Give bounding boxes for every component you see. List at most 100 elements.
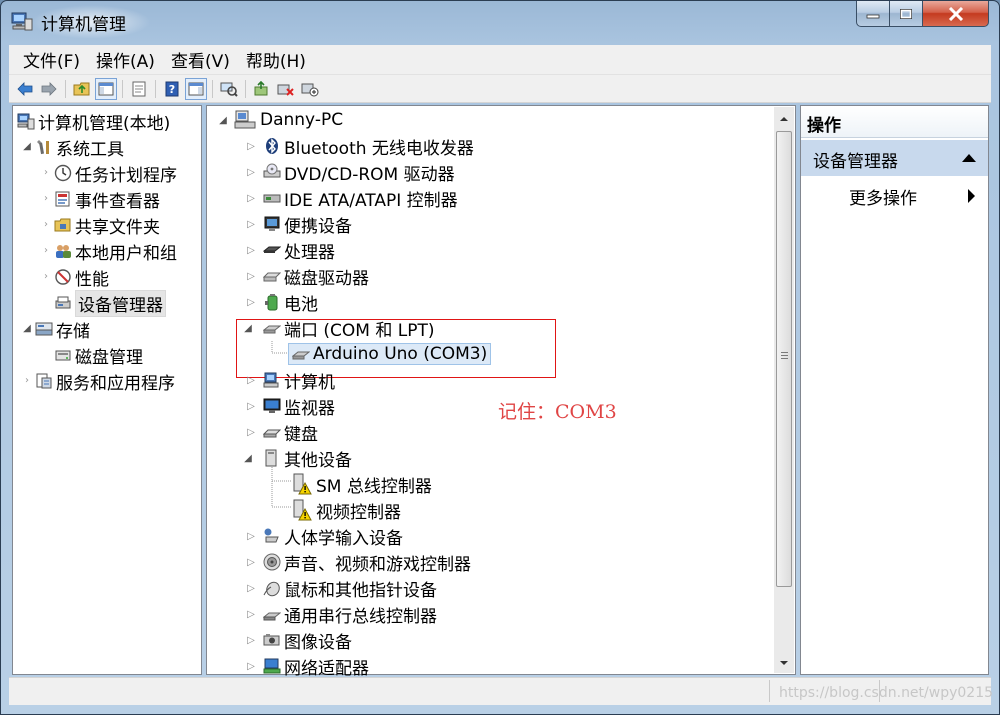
menu-action[interactable]: 操作(A) [88,47,163,72]
menu-view[interactable]: 查看(V) [163,47,238,72]
device-category-portable[interactable]: 便携设备 [263,211,352,237]
close-button[interactable] [923,1,989,27]
expander-expand[interactable]: ▷ [246,610,256,620]
menu-file[interactable]: 文件(F) [15,47,88,72]
export-list-button[interactable] [128,78,150,100]
tree-item-system-tools[interactable]: 系统工具 [35,134,124,160]
expander-expand[interactable]: ▷ [246,428,256,438]
device-category-disk-drives[interactable]: 磁盘驱动器 [263,263,369,289]
device-category-computer[interactable]: 计算机 [263,367,335,393]
device-category-sound[interactable]: 声音、视频和游戏控制器 [263,549,471,575]
more-actions-link[interactable]: 更多操作 [849,184,917,209]
expander-collapse[interactable]: ◢ [218,116,228,126]
tree-item-event-viewer[interactable]: 事件查看器 [54,186,160,212]
show-action-pane-button[interactable] [185,77,207,100]
tree-item-disk-management[interactable]: 磁盘管理 [54,342,143,368]
title-bar[interactable]: 计算机管理 [1,1,999,43]
portable-device-icon [264,216,280,231]
expander-expand[interactable]: ▷ [246,376,256,386]
actions-header: 操作 [801,106,988,138]
maximize-icon [900,8,912,19]
expander-collapse[interactable]: ◢ [22,142,32,152]
warning-device-icon [293,499,312,521]
device-label-sound: 声音、视频和游戏控制器 [284,554,471,575]
menu-help[interactable]: 帮助(H) [238,47,314,72]
device-category-usb[interactable]: 通用串行总线控制器 [263,601,437,627]
tree-item-services-apps[interactable]: 服务和应用程序 [35,368,175,394]
expander-expand[interactable]: › [41,194,51,204]
expander-expand[interactable]: ▷ [246,194,256,204]
minimize-button[interactable] [856,1,890,27]
shared-folder-icon [54,218,71,232]
console-tree-pane[interactable]: 计算机管理(本地) ◢ 系统工具 › 任务计划程序 › 事件查看器 › 共享文件… [12,105,202,675]
scroll-down-button[interactable] [774,653,794,673]
expander-expand[interactable]: ▷ [246,142,256,152]
toolbar-separator [122,79,123,98]
device-sm-bus[interactable]: SM 总线控制器 [291,471,432,497]
show-console-tree-button[interactable] [95,77,117,100]
expander-expand[interactable]: ▷ [246,402,256,412]
device-category-mouse[interactable]: 鼠标和其他指针设备 [263,575,437,601]
expander-expand[interactable]: ▷ [246,532,256,542]
expander-expand[interactable]: › [41,168,51,178]
actions-section-device-manager[interactable]: 设备管理器 [801,140,988,176]
expander-expand[interactable]: ▷ [246,298,256,308]
expander-expand[interactable]: ▷ [246,220,256,230]
computer-icon [263,372,279,388]
submenu-arrow-icon[interactable] [968,189,975,203]
device-category-processor[interactable]: 处理器 [263,237,335,263]
expander-expand[interactable]: ▷ [246,168,256,178]
tree-label-services-apps: 服务和应用程序 [56,373,175,394]
computer-management-icon[interactable] [11,11,33,31]
up-one-level-button[interactable] [71,78,93,100]
collapse-caret-icon[interactable] [962,154,976,162]
device-root[interactable]: Danny-PC [233,107,343,133]
device-category-monitors[interactable]: 监视器 [263,393,335,419]
thumb-grip [781,355,788,356]
tree-label-shared-folders: 共享文件夹 [75,217,160,238]
device-label-battery: 电池 [284,294,318,315]
tree-item-root[interactable]: 计算机管理(本地) [17,108,170,134]
expander-expand[interactable]: › [41,272,51,282]
expander-expand[interactable]: ▷ [246,584,256,594]
device-category-network[interactable]: 网络适配器 [263,653,369,679]
performance-icon [55,269,71,285]
maximize-button[interactable] [890,1,923,27]
scan-hardware-button[interactable] [218,78,240,100]
device-category-ide[interactable]: IDE ATA/ATAPI 控制器 [263,185,458,211]
tree-item-task-scheduler[interactable]: 任务计划程序 [54,160,177,186]
expander-collapse[interactable]: ◢ [22,324,32,334]
expander-collapse[interactable]: ◢ [243,454,253,464]
forward-button[interactable] [38,78,60,100]
device-category-battery[interactable]: 电池 [263,289,318,315]
expander-expand[interactable]: ▷ [246,558,256,568]
device-category-hid[interactable]: 人体学输入设备 [263,523,403,549]
device-video-controller[interactable]: 视频控制器 [291,497,401,523]
tree-item-device-manager[interactable]: 设备管理器 [54,289,166,317]
expander-expand[interactable]: ▷ [246,662,256,672]
expander-expand[interactable]: ▷ [246,636,256,646]
scroll-up-button[interactable] [774,109,794,129]
device-category-bluetooth[interactable]: Bluetooth 无线电收发器 [263,133,474,159]
vertical-scrollbar[interactable] [774,107,794,673]
tree-item-performance[interactable]: 性能 [54,264,109,290]
expander-expand[interactable]: › [22,376,32,386]
device-category-keyboard[interactable]: 键盘 [263,419,318,445]
expander-expand[interactable]: ▷ [246,272,256,282]
device-category-imaging[interactable]: 图像设备 [263,627,352,653]
tree-item-storage[interactable]: 存储 [35,316,90,342]
expander-expand[interactable]: ▷ [246,246,256,256]
disable-device-button[interactable] [299,78,321,100]
device-category-dvd[interactable]: DVD/CD-ROM 驱动器 [263,159,455,185]
tree-label-storage: 存储 [56,321,90,342]
expander-expand[interactable]: › [41,246,51,256]
device-label-monitors: 监视器 [284,398,335,419]
back-button[interactable] [14,78,36,100]
tree-item-local-users[interactable]: 本地用户和组 [54,238,177,264]
expander-expand[interactable]: › [41,220,51,230]
uninstall-device-button[interactable] [275,78,297,100]
scrollbar-thumb[interactable] [776,131,792,587]
update-driver-button[interactable] [251,78,273,100]
help-button[interactable]: ? [161,78,183,100]
tree-item-shared-folders[interactable]: 共享文件夹 [54,212,160,238]
